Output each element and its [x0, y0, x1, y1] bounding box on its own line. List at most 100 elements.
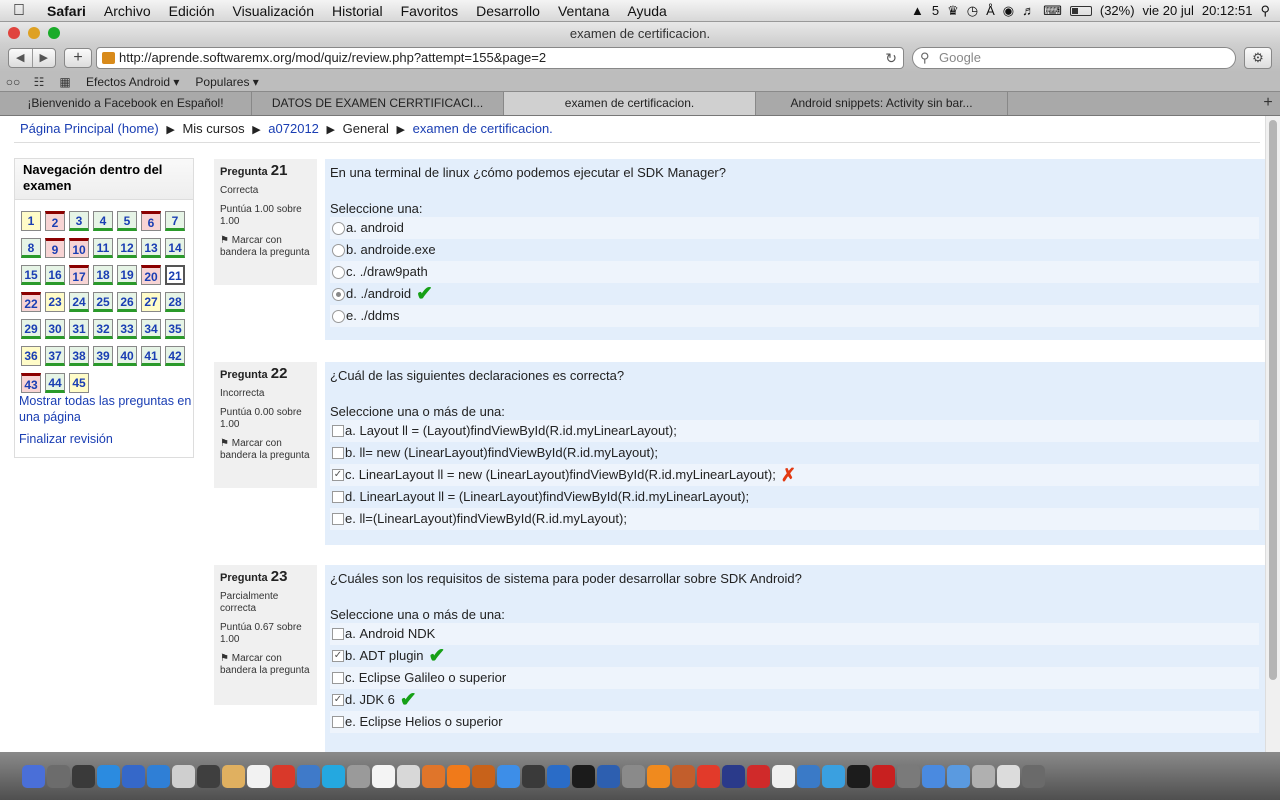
question-nav-button-28[interactable]: 28 [165, 292, 185, 312]
bluetooth-icon[interactable]: Å [986, 3, 995, 18]
dock-app-icon[interactable] [872, 764, 895, 788]
answer-option[interactable]: e. Eclipse Helios o superior [330, 711, 1259, 733]
dock-app-icon[interactable] [597, 764, 620, 788]
question-nav-button-33[interactable]: 33 [117, 319, 137, 339]
menu-visualizacion[interactable]: Visualización [224, 3, 323, 19]
address-bar[interactable]: http://aprende.softwaremx.org/mod/quiz/r… [96, 47, 904, 69]
question-nav-button-35[interactable]: 35 [165, 319, 185, 339]
date[interactable]: vie 20 jul [1143, 3, 1194, 18]
dock-app-icon[interactable] [797, 764, 820, 788]
dock-app-icon[interactable] [297, 764, 320, 788]
adobe-icon[interactable]: ▲ [911, 3, 924, 18]
dock-app-icon[interactable] [97, 764, 120, 788]
dock-app-icon[interactable] [147, 764, 170, 788]
answer-radio[interactable] [332, 243, 345, 257]
dock-app-icon[interactable] [697, 764, 720, 788]
question-nav-button-43[interactable]: 43 [21, 373, 41, 393]
answer-checkbox[interactable] [332, 447, 344, 459]
question-nav-button-29[interactable]: 29 [21, 319, 41, 339]
question-nav-button-1[interactable]: 1 [21, 211, 41, 231]
tab-facebook[interactable]: ¡Bienvenido a Facebook en Español! [0, 92, 252, 115]
question-nav-button-6[interactable]: 6 [141, 211, 161, 231]
question-nav-button-5[interactable]: 5 [117, 211, 137, 231]
dock-app-icon[interactable] [322, 764, 345, 788]
question-nav-button-24[interactable]: 24 [69, 292, 89, 312]
dock-app-icon[interactable] [72, 764, 95, 788]
answer-option[interactable]: d. ./android ✔ [330, 283, 1259, 305]
spotlight-icon[interactable]: ⚲ [1260, 3, 1270, 19]
new-tab-plus-icon[interactable]: + [1256, 92, 1280, 115]
dock-app-icon[interactable] [422, 764, 445, 788]
volume-icon[interactable]: ♬ [1022, 3, 1035, 18]
close-icon[interactable] [8, 27, 20, 39]
answer-checkbox[interactable] [332, 513, 344, 525]
bookmarks-book-icon[interactable]: ☷ [26, 75, 52, 89]
battery-icon[interactable] [1069, 5, 1092, 16]
bookmark-populares[interactable]: Populares ▾ [187, 75, 266, 89]
answer-checkbox[interactable] [332, 672, 344, 684]
answer-checkbox[interactable] [332, 628, 344, 640]
answer-option[interactable]: a. android [330, 217, 1259, 239]
search-field[interactable]: ⚲ Google [912, 47, 1236, 69]
question-nav-button-40[interactable]: 40 [117, 346, 137, 366]
answer-option[interactable]: b. androide.exe [330, 239, 1259, 261]
question-nav-button-14[interactable]: 14 [165, 238, 185, 258]
flag-question-toggle[interactable]: ⚑ Marcar con bandera la pregunta [220, 438, 311, 462]
question-nav-button-37[interactable]: 37 [45, 346, 65, 366]
answer-checkbox[interactable] [332, 425, 344, 437]
forward-arrow-icon[interactable]: ▶ [33, 49, 56, 67]
answer-option[interactable]: a. Layout ll = (Layout)findViewById(R.id… [330, 420, 1259, 442]
tab-examen-certificacion[interactable]: examen de certificacion. [504, 92, 756, 115]
dock-app-icon[interactable] [397, 764, 420, 788]
dock-app-icon[interactable] [47, 764, 70, 788]
answer-radio[interactable] [332, 309, 345, 323]
question-nav-button-21[interactable]: 21 [165, 265, 185, 285]
question-nav-button-3[interactable]: 3 [69, 211, 89, 231]
dock-app-icon[interactable] [897, 764, 920, 788]
question-nav-button-4[interactable]: 4 [93, 211, 113, 231]
menu-app-safari[interactable]: Safari [38, 3, 95, 19]
tab-datos-examen[interactable]: DATOS DE EXAMEN CERRTIFICACI... [252, 92, 504, 115]
question-nav-button-26[interactable]: 26 [117, 292, 137, 312]
question-nav-button-17[interactable]: 17 [69, 265, 89, 285]
question-nav-button-31[interactable]: 31 [69, 319, 89, 339]
question-nav-button-41[interactable]: 41 [141, 346, 161, 366]
question-nav-button-2[interactable]: 2 [45, 211, 65, 231]
dock-app-icon[interactable] [222, 764, 245, 788]
question-nav-button-9[interactable]: 9 [45, 238, 65, 258]
dock-app-icon[interactable] [672, 764, 695, 788]
dock-app-icon[interactable] [247, 764, 270, 788]
question-nav-button-27[interactable]: 27 [141, 292, 161, 312]
question-nav-button-44[interactable]: 44 [45, 373, 65, 393]
keyboard-icon[interactable]: ⌨ [1043, 3, 1062, 19]
question-nav-button-12[interactable]: 12 [117, 238, 137, 258]
question-nav-button-45[interactable]: 45 [69, 373, 89, 393]
reading-list-icon[interactable]: ○○ [0, 75, 26, 89]
bookmark-efectos-android[interactable]: Efectos Android ▾ [78, 75, 187, 89]
question-nav-button-15[interactable]: 15 [21, 265, 41, 285]
question-nav-button-16[interactable]: 16 [45, 265, 65, 285]
dock-app-icon[interactable] [922, 764, 945, 788]
menu-edicion[interactable]: Edición [160, 3, 224, 19]
menu-historial[interactable]: Historial [323, 3, 392, 19]
question-nav-button-42[interactable]: 42 [165, 346, 185, 366]
dock-app-icon[interactable] [547, 764, 570, 788]
answer-option[interactable]: d. LinearLayout ll = (LinearLayout)findV… [330, 486, 1259, 508]
time-machine-icon[interactable]: ◷ [967, 3, 978, 19]
breadcrumb-home-link[interactable]: Página Principal (home) [20, 121, 159, 136]
question-nav-button-23[interactable]: 23 [45, 292, 65, 312]
answer-option[interactable]: ✓ b. ADT plugin ✔ [330, 645, 1259, 667]
answer-checkbox[interactable] [332, 716, 344, 728]
dock-app-icon[interactable] [647, 764, 670, 788]
question-nav-button-20[interactable]: 20 [141, 265, 161, 285]
page-scrollbar[interactable] [1265, 116, 1280, 752]
dock-app-icon[interactable] [472, 764, 495, 788]
dock-app-icon[interactable] [272, 764, 295, 788]
settings-gear-icon[interactable]: ⚙ [1244, 47, 1272, 69]
top-sites-grid-icon[interactable]: ▦ [52, 75, 78, 89]
answer-option[interactable]: b. ll= new (LinearLayout)findViewById(R.… [330, 442, 1259, 464]
answer-option[interactable]: a. Android NDK [330, 623, 1259, 645]
answer-option[interactable]: e. ./ddms [330, 305, 1259, 327]
question-nav-button-38[interactable]: 38 [69, 346, 89, 366]
dock-app-icon[interactable] [447, 764, 470, 788]
